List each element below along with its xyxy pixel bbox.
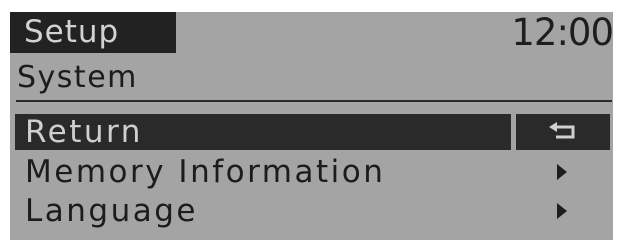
setup-screen: Setup 12:00 System Return Memory Informa… <box>10 12 613 240</box>
section-divider <box>16 100 612 102</box>
return-button[interactable] <box>516 114 610 150</box>
setup-tab[interactable]: Setup <box>10 12 176 53</box>
menu-item-memory-information[interactable]: Memory Information <box>15 154 511 190</box>
clock-display: 12:00 <box>511 12 613 54</box>
chevron-right-icon <box>557 203 567 219</box>
menu-item-language[interactable]: Language <box>15 193 511 229</box>
chevron-right-icon <box>557 164 567 180</box>
menu-item-label: Memory Information <box>25 154 386 190</box>
menu-item-return[interactable]: Return <box>15 114 511 150</box>
menu-item-label: Language <box>25 193 198 229</box>
return-arrow-icon <box>549 122 575 139</box>
section-title: System <box>17 60 138 95</box>
menu-item-label: Return <box>25 114 143 150</box>
